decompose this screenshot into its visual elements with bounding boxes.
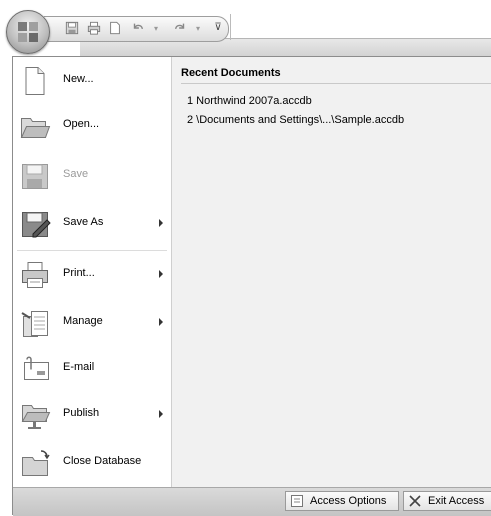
recent-documents-title: Recent Documents bbox=[181, 67, 281, 79]
menu-footer: Access Options Exit Access bbox=[13, 487, 491, 516]
command-separator bbox=[17, 250, 167, 251]
exit-access-button[interactable]: Exit Access bbox=[403, 491, 491, 511]
manage-label: Manage bbox=[63, 315, 103, 327]
exit-access-label: Exit Access bbox=[428, 495, 485, 507]
redo-dropdown-icon[interactable]: ▾ bbox=[190, 20, 206, 36]
quick-access-toolbar: ▾ ▾ bbox=[44, 16, 229, 42]
submenu-arrow-icon bbox=[159, 270, 163, 278]
recent-document-item[interactable]: 1 Northwind 2007a.accdb bbox=[187, 95, 312, 107]
office-button[interactable] bbox=[6, 10, 50, 54]
submenu-arrow-icon bbox=[159, 410, 163, 418]
save-label: Save bbox=[63, 168, 89, 180]
save-command: Save bbox=[13, 154, 171, 198]
save-as-command[interactable]: Save As bbox=[13, 202, 171, 246]
title-bar: ▾ ▾ ⊽ bbox=[0, 0, 491, 59]
email-command[interactable]: E-mail bbox=[13, 347, 171, 391]
close-database-command[interactable]: Close Database bbox=[13, 441, 171, 485]
printer-icon bbox=[19, 259, 51, 291]
submenu-arrow-icon bbox=[159, 219, 163, 227]
new-command[interactable]: New... bbox=[13, 59, 171, 103]
open-label: Open... bbox=[63, 118, 100, 130]
undo-icon[interactable] bbox=[130, 20, 146, 36]
recent-document-item[interactable]: 2 \Documents and Settings\...\Sample.acc… bbox=[187, 114, 404, 126]
manage-icon bbox=[19, 307, 51, 339]
close-database-label: Close Database bbox=[63, 455, 142, 467]
customize-icon[interactable]: ⊽ bbox=[210, 19, 226, 35]
office-logo-icon bbox=[18, 22, 38, 42]
command-list: New... Open... Save Save As Print... Man… bbox=[13, 57, 172, 487]
save-icon[interactable] bbox=[64, 20, 80, 36]
new-document-icon[interactable] bbox=[107, 20, 123, 36]
publish-label: Publish bbox=[63, 407, 100, 419]
email-icon bbox=[19, 353, 51, 385]
new-document-icon bbox=[19, 65, 51, 97]
access-options-label: Access Options bbox=[310, 495, 387, 507]
manage-command[interactable]: Manage bbox=[13, 301, 171, 345]
title-separator bbox=[230, 14, 231, 40]
print-icon[interactable] bbox=[86, 20, 102, 36]
publish-command[interactable]: Publish bbox=[13, 393, 171, 437]
submenu-arrow-icon bbox=[159, 318, 163, 326]
print-label: Print... bbox=[63, 267, 95, 279]
save-icon bbox=[19, 160, 51, 192]
open-folder-icon bbox=[19, 110, 51, 142]
close-icon bbox=[409, 495, 421, 507]
undo-dropdown-icon[interactable]: ▾ bbox=[148, 20, 164, 36]
new-label: New... bbox=[63, 73, 94, 85]
redo-icon[interactable] bbox=[172, 20, 188, 36]
office-menu: New... Open... Save Save As Print... Man… bbox=[12, 56, 491, 516]
recent-documents-divider bbox=[181, 83, 491, 84]
email-label: E-mail bbox=[63, 361, 95, 373]
print-command[interactable]: Print... bbox=[13, 253, 171, 297]
open-command[interactable]: Open... bbox=[13, 104, 171, 148]
recent-documents-panel: Recent Documents 1 Northwind 2007a.accdb… bbox=[173, 57, 491, 487]
publish-icon bbox=[19, 399, 51, 431]
access-options-button[interactable]: Access Options bbox=[285, 491, 399, 511]
options-icon bbox=[291, 495, 303, 507]
close-database-icon bbox=[19, 447, 51, 479]
save-as-icon bbox=[19, 208, 51, 240]
save-as-label: Save As bbox=[63, 216, 104, 228]
